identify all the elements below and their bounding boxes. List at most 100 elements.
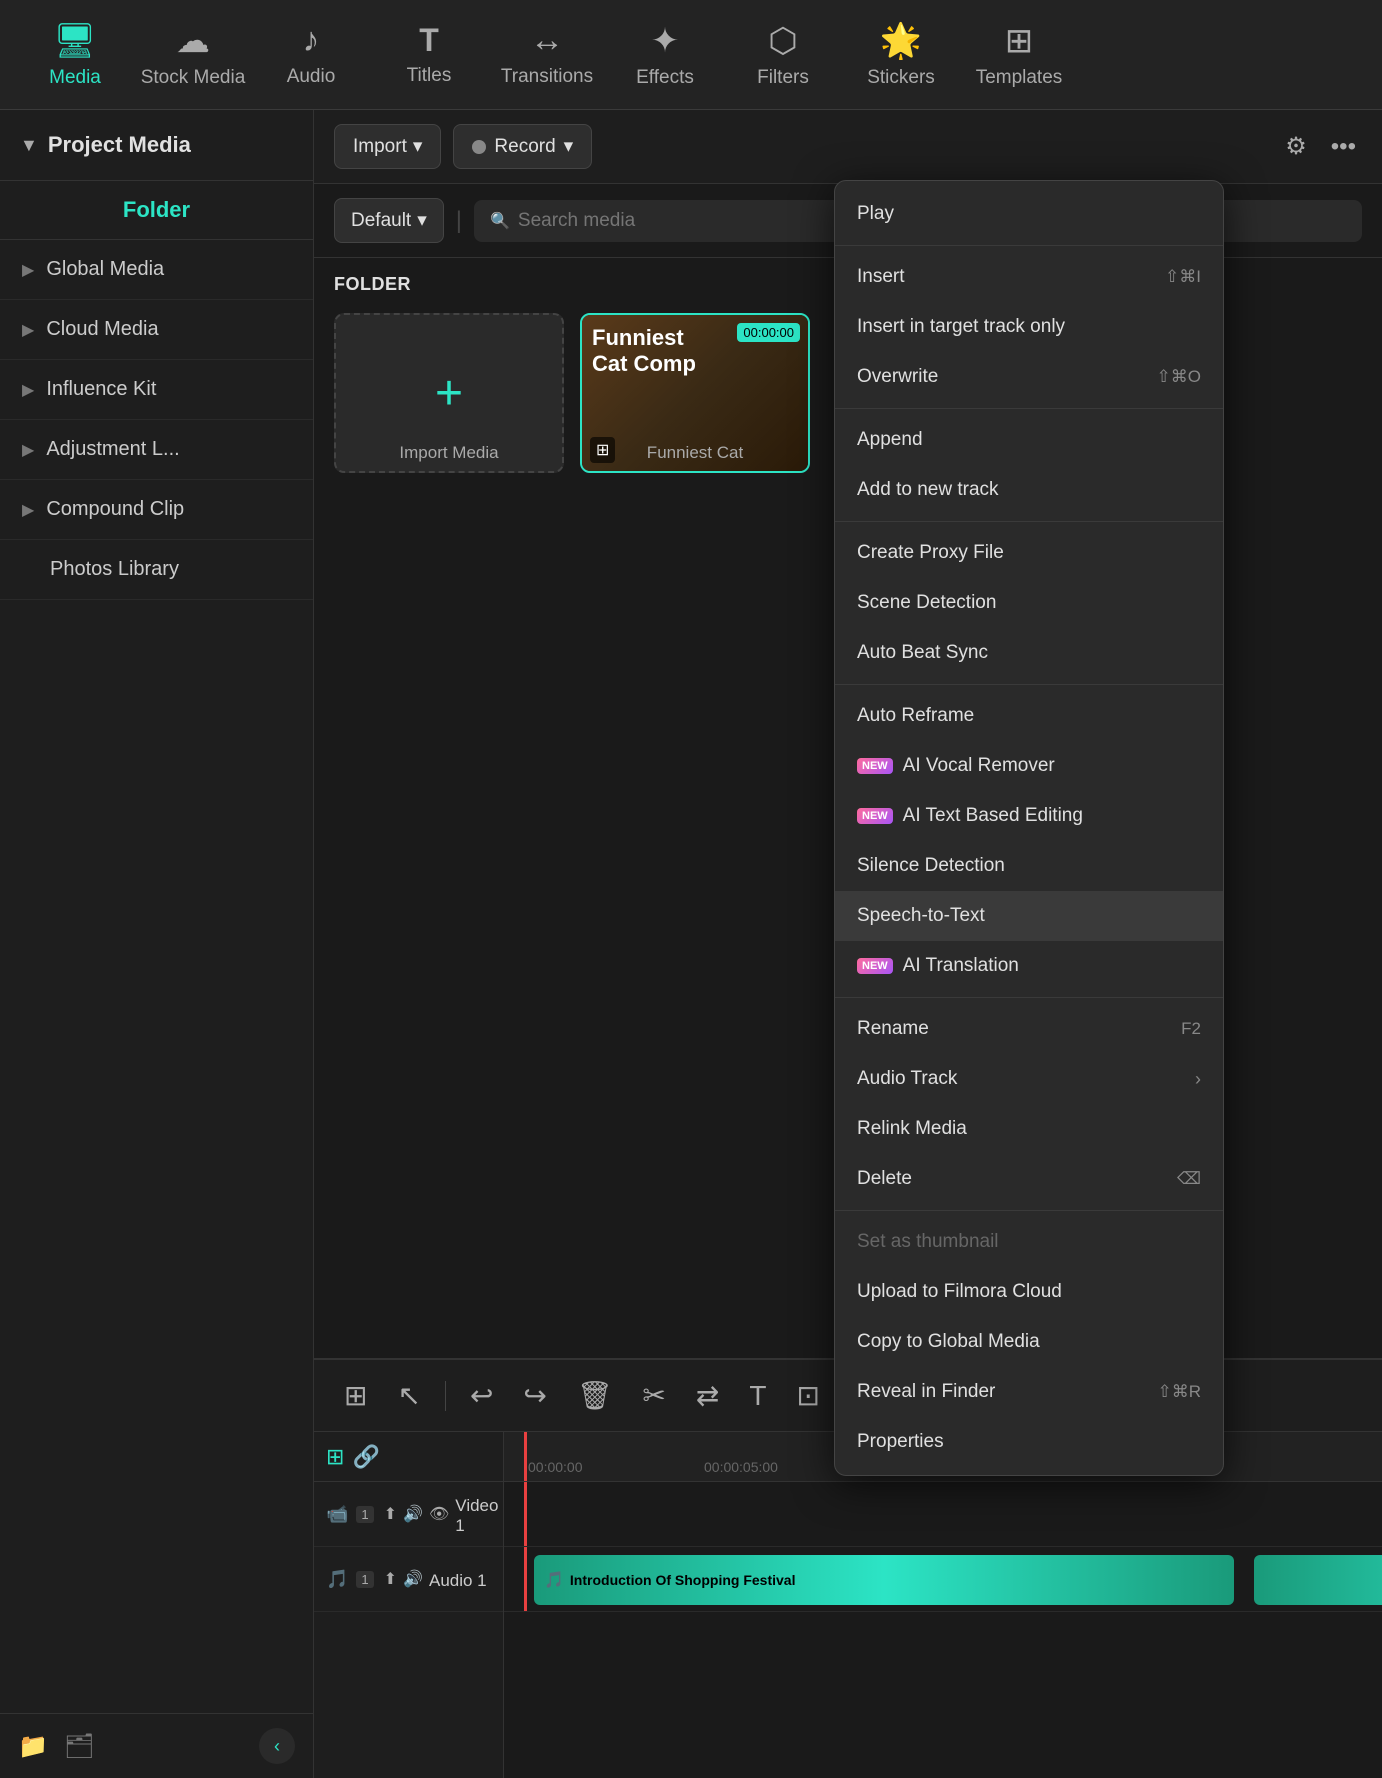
ctx-append[interactable]: Append [835, 415, 1223, 465]
delete-tool[interactable]: 🗑 [567, 1373, 623, 1418]
record-button[interactable]: Record ▾ [453, 124, 592, 169]
nav-audio[interactable]: ♪ Audio [256, 10, 366, 100]
default-sort-button[interactable]: Default ▾ [334, 198, 444, 243]
ctx-insert-target[interactable]: Insert in target track only [835, 302, 1223, 352]
ctx-relink-label-wrap: Relink Media [857, 1118, 967, 1140]
grid-view-tool[interactable]: ⊞ [334, 1373, 377, 1418]
ctx-sep-5 [835, 997, 1223, 998]
new-folder-icon[interactable]: 🗂 [64, 1732, 94, 1761]
playhead[interactable] [524, 1432, 527, 1481]
link-icon[interactable]: 🔗 [352, 1444, 379, 1470]
import-chevron-icon: ▾ [413, 135, 423, 158]
ctx-silence-detection[interactable]: Silence Detection [835, 841, 1223, 891]
audio-mute-icon[interactable]: 🔊 [403, 1569, 423, 1589]
audio-clip-2[interactable] [1254, 1555, 1382, 1605]
default-chevron-icon: ▾ [417, 209, 427, 232]
undo-tool[interactable]: ↩ [460, 1373, 503, 1418]
redo-tool[interactable]: ↪ [513, 1373, 556, 1418]
video-mute-icon[interactable]: 🔊 [403, 1504, 423, 1524]
nav-templates[interactable]: ⊞ Templates [964, 10, 1074, 100]
ctx-relink-media[interactable]: Relink Media [835, 1104, 1223, 1154]
nav-stock-media[interactable]: ☁ Stock Media [138, 10, 248, 100]
ctx-ai-translation[interactable]: NEW AI Translation [835, 941, 1223, 991]
audio-clip[interactable]: 🎵 Introduction Of Shopping Festival [534, 1555, 1234, 1605]
video-card-label: Funniest Cat [647, 443, 743, 463]
ctx-insert-label-wrap: Insert [857, 266, 905, 288]
audio-track-number: 1 [356, 1571, 373, 1588]
ctx-auto-beat-label: Auto Beat Sync [857, 642, 988, 664]
ctx-upload-filmora[interactable]: Upload to Filmora Cloud [835, 1267, 1223, 1317]
search-divider: | [456, 207, 462, 235]
ctx-rename-label: Rename [857, 1018, 929, 1040]
audio-track-icon: 🎵 [326, 1569, 348, 1590]
ctx-delete[interactable]: Delete ⌫ [835, 1154, 1223, 1204]
ctx-create-proxy[interactable]: Create Proxy File [835, 528, 1223, 578]
ctx-ai-text[interactable]: NEW AI Text Based Editing [835, 791, 1223, 841]
ctx-overwrite[interactable]: Overwrite ⇧⌘O [835, 352, 1223, 402]
sidebar-item-photos-library[interactable]: Photos Library [0, 540, 313, 600]
split-tool[interactable]: ⇄ [686, 1373, 729, 1418]
sidebar-item-global-media[interactable]: ▶ Global Media [0, 240, 313, 300]
ctx-scene-detection-label: Scene Detection [857, 592, 996, 614]
ctx-play[interactable]: Play [835, 189, 1223, 239]
ctx-ai-vocal[interactable]: NEW AI Vocal Remover [835, 741, 1223, 791]
import-button[interactable]: Import ▾ [334, 124, 441, 169]
ctx-delete-label: Delete [857, 1168, 912, 1190]
sidebar-bottom: 📁 🗂 ‹ [0, 1713, 313, 1778]
ctx-add-new-track[interactable]: Add to new track [835, 465, 1223, 515]
video-track-icon: 📹 [326, 1504, 348, 1525]
nav-media[interactable]: 🖥 Media [20, 10, 130, 100]
nav-effects-label: Effects [636, 67, 694, 89]
more-options-icon[interactable]: ••• [1325, 127, 1362, 167]
funniest-cat-card[interactable]: FunniestCat Comp 00:00:00 ⊞ Funniest Cat [580, 313, 810, 473]
ctx-insert-shortcut: ⇧⌘I [1165, 267, 1201, 287]
nav-titles[interactable]: T Titles [374, 10, 484, 100]
video-export-icon[interactable]: ⬆ [384, 1504, 397, 1524]
project-media-chevron[interactable]: ▼ [20, 135, 38, 156]
project-media-title: Project Media [48, 132, 191, 158]
text-tool[interactable]: T [739, 1374, 776, 1418]
crop-tool[interactable]: ⊡ [786, 1373, 829, 1418]
main-area: ▼ Project Media Folder ▶ Global Media ▶ … [0, 110, 1382, 1778]
ctx-insert[interactable]: Insert ⇧⌘I [835, 252, 1223, 302]
ctx-auto-reframe[interactable]: Auto Reframe [835, 691, 1223, 741]
sidebar-folder-label: Folder [0, 181, 313, 240]
video-visible-icon[interactable]: 👁 [429, 1504, 449, 1524]
add-track-icon[interactable]: ⊞ [326, 1444, 344, 1470]
sidebar-item-influence-kit[interactable]: ▶ Influence Kit [0, 360, 313, 420]
nav-stickers[interactable]: 🌟 Stickers [846, 10, 956, 100]
nav-transitions[interactable]: ↔ Transitions [492, 10, 602, 100]
ctx-reveal-finder[interactable]: Reveal in Finder ⇧⌘R [835, 1367, 1223, 1417]
sidebar-item-label: Photos Library [22, 558, 179, 581]
ctx-sep-3 [835, 521, 1223, 522]
audio-playhead [524, 1547, 527, 1611]
ctx-auto-beat[interactable]: Auto Beat Sync [835, 628, 1223, 678]
sidebar-item-adjustment[interactable]: ▶ Adjustment L... [0, 420, 313, 480]
selection-tool[interactable]: ↖ [387, 1373, 430, 1418]
ctx-copy-global[interactable]: Copy to Global Media [835, 1317, 1223, 1367]
import-media-card[interactable]: + Import Media [334, 313, 564, 473]
ctx-auto-reframe-label: Auto Reframe [857, 705, 974, 727]
ctx-audio-track[interactable]: Audio Track › [835, 1054, 1223, 1104]
add-folder-icon[interactable]: 📁 [18, 1732, 48, 1761]
ctx-scene-detection[interactable]: Scene Detection [835, 578, 1223, 628]
filter-icon[interactable]: ⚙ [1279, 126, 1313, 167]
ctx-ai-translation-label: AI Translation [903, 955, 1019, 977]
ctx-speech-label-wrap: Speech-to-Text [857, 905, 985, 927]
ctx-properties[interactable]: Properties [835, 1417, 1223, 1467]
sidebar-collapse-button[interactable]: ‹ [259, 1728, 295, 1764]
ctx-rename[interactable]: Rename F2 [835, 1004, 1223, 1054]
video-timestamp: 00:00:00 [737, 323, 800, 342]
cut-tool[interactable]: ✂ [632, 1373, 675, 1418]
nav-filters[interactable]: ⬡ Filters [728, 10, 838, 100]
sidebar-item-compound-clip[interactable]: ▶ Compound Clip [0, 480, 313, 540]
ctx-insert-target-label-wrap: Insert in target track only [857, 316, 1065, 338]
timeline-left-panel: ⊞ 🔗 📹 1 ⬆ 🔊 👁 Video 1 🎵 [314, 1432, 504, 1778]
nav-templates-label: Templates [976, 67, 1063, 89]
audio-export-icon[interactable]: ⬆ [384, 1569, 397, 1589]
sidebar-item-cloud-media[interactable]: ▶ Cloud Media [0, 300, 313, 360]
ctx-speech-to-text[interactable]: Speech-to-Text [835, 891, 1223, 941]
ctx-rename-shortcut: F2 [1181, 1019, 1201, 1039]
nav-effects[interactable]: ✦ Effects [610, 10, 720, 100]
titles-icon: T [419, 22, 439, 59]
